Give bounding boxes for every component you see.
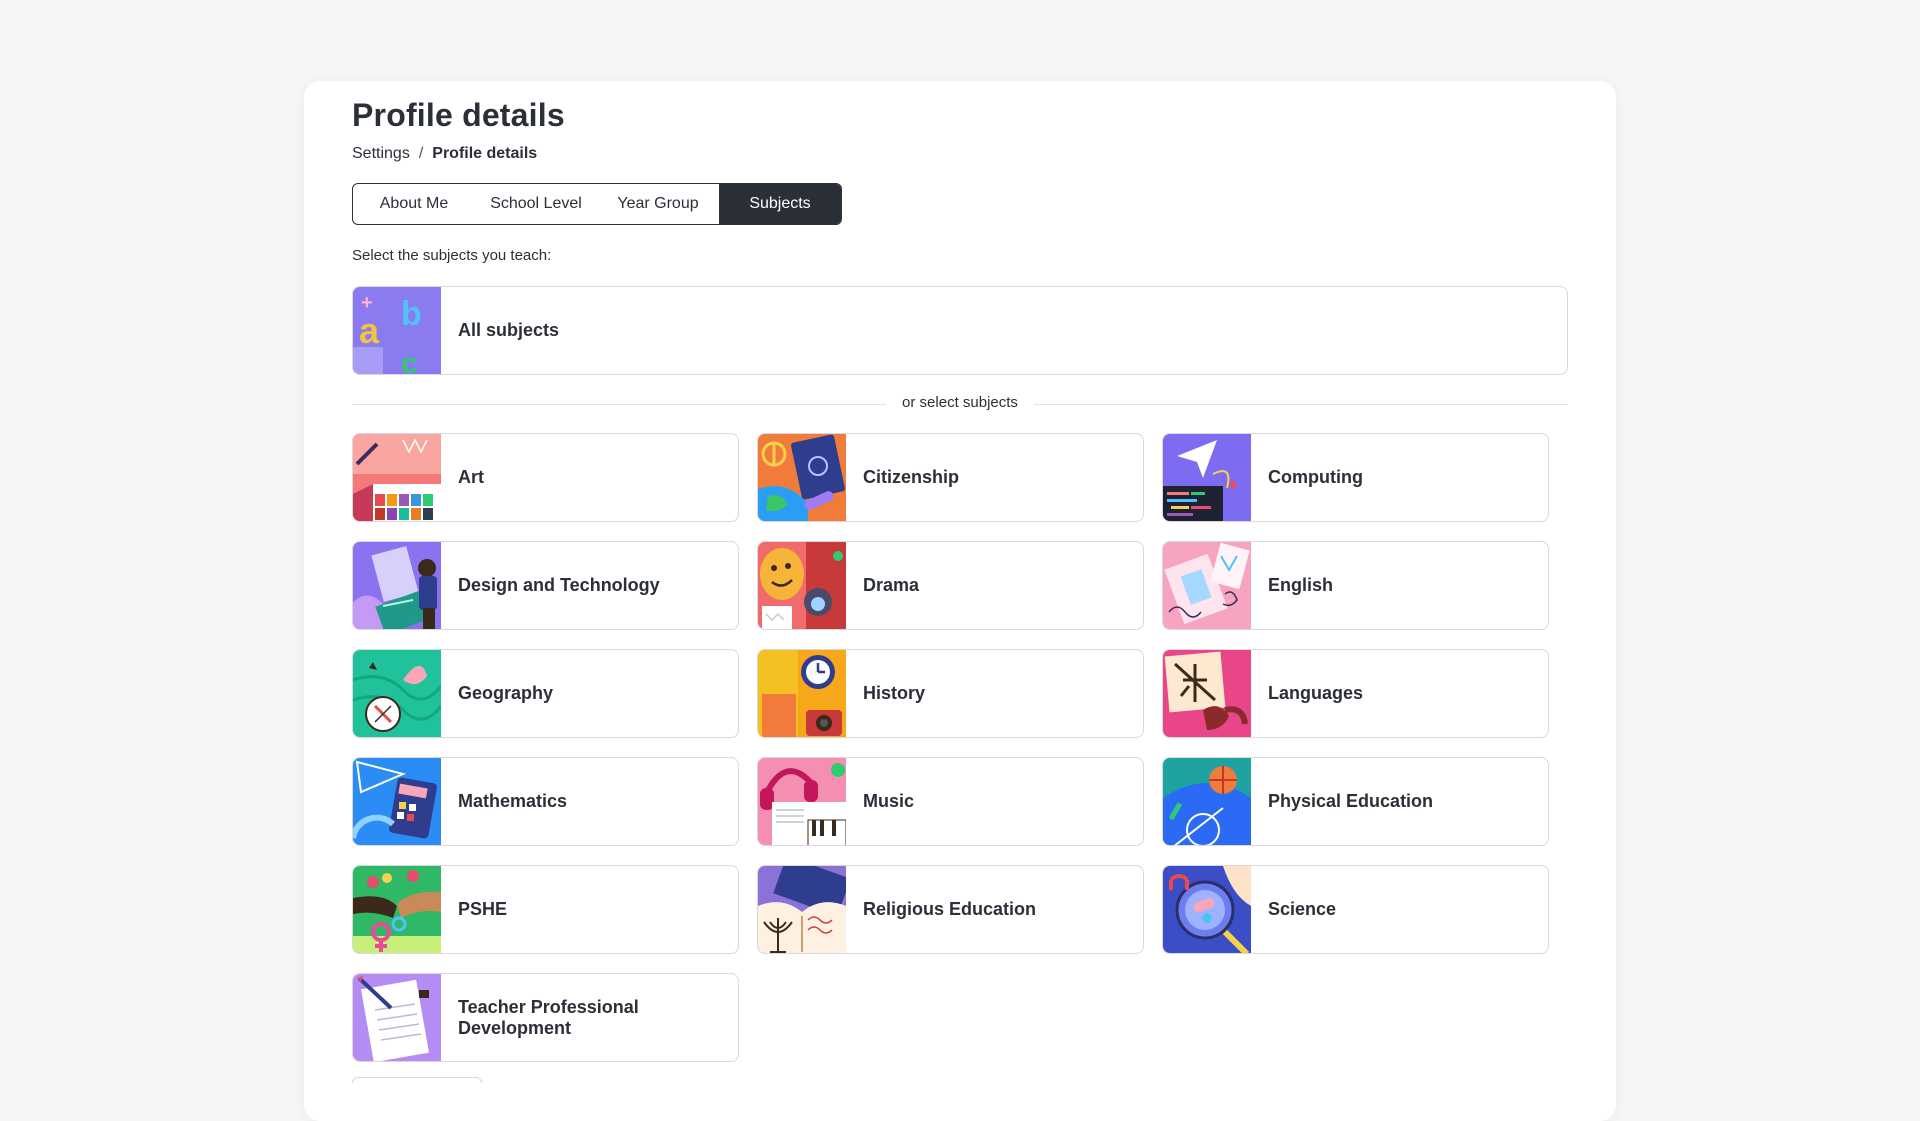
subject-mathematics-label: Mathematics	[458, 791, 568, 811]
tab-year-group[interactable]: Year Group	[597, 184, 719, 224]
svg-text:c: c	[401, 347, 418, 374]
subject-design-and-technology[interactable]: Design and Technology	[352, 541, 739, 630]
tab-about-me[interactable]: About Me	[353, 184, 475, 224]
page-title: Profile details	[352, 97, 565, 133]
subjects-instructions: Select the subjects you teach:	[352, 247, 552, 264]
breadcrumb: Settings / Profile details	[352, 145, 537, 163]
subject-languages[interactable]: Languages	[1162, 649, 1549, 738]
languages-characters-icon	[1163, 650, 1251, 737]
pshe-hands-icon	[353, 866, 441, 953]
subject-pshe[interactable]: PSHE	[352, 865, 739, 954]
subject-drama-label: Drama	[863, 575, 920, 595]
svg-text:b: b	[401, 295, 422, 333]
next-section-edge	[352, 1077, 482, 1083]
subject-science-label: Science	[1268, 899, 1337, 919]
subject-music-label: Music	[863, 791, 915, 811]
breadcrumb-separator: /	[418, 145, 424, 162]
subject-physical-education[interactable]: Physical Education	[1162, 757, 1549, 846]
subject-drama[interactable]: Drama	[757, 541, 1144, 630]
subject-art-label: Art	[458, 467, 484, 487]
drama-masks-icon	[758, 542, 846, 629]
science-magnifier-icon	[1163, 866, 1251, 953]
subject-english-label: English	[1268, 575, 1334, 595]
subject-religious-education[interactable]: Religious Education	[757, 865, 1144, 954]
subject-teacher-professional-development-label: Teacher Professional Development	[458, 996, 639, 1038]
history-clock-icon	[758, 650, 846, 737]
english-book-icon	[1163, 542, 1251, 629]
subject-religious-education-label: Religious Education	[863, 899, 1037, 919]
subject-citizenship[interactable]: Citizenship	[757, 433, 1144, 522]
profile-tabs: About Me School Level Year Group Subject…	[352, 183, 842, 225]
art-palette-icon	[353, 434, 441, 521]
subject-mathematics[interactable]: Mathematics	[352, 757, 739, 846]
subject-computing[interactable]: Computing	[1162, 433, 1549, 522]
subject-art[interactable]: Art	[352, 433, 739, 522]
tab-school-level[interactable]: School Level	[475, 184, 597, 224]
svg-text:+: +	[361, 292, 373, 314]
divider-label: or select subjects	[886, 394, 1034, 411]
physical-education-ball-icon	[1163, 758, 1251, 845]
subject-citizenship-label: Citizenship	[863, 467, 960, 487]
subject-languages-label: Languages	[1268, 683, 1364, 703]
tab-subjects[interactable]: Subjects	[719, 184, 841, 224]
profile-card: Profile details Settings / Profile detai…	[304, 81, 1616, 1121]
teacher-development-notepad-icon	[353, 974, 441, 1061]
citizenship-passport-icon	[758, 434, 846, 521]
subject-music[interactable]: Music	[757, 757, 1144, 846]
mathematics-calculator-icon	[353, 758, 441, 845]
subject-geography-label: Geography	[458, 683, 554, 703]
subject-history[interactable]: History	[757, 649, 1144, 738]
subject-pshe-label: PSHE	[458, 899, 508, 919]
subject-design-and-technology-label: Design and Technology	[458, 575, 660, 595]
breadcrumb-settings-link[interactable]: Settings	[352, 145, 410, 163]
all-subjects-option[interactable]: a b c + All subjects	[352, 286, 1568, 375]
music-headphones-icon	[758, 758, 846, 845]
geography-compass-icon	[353, 650, 441, 737]
alphabet-letters-icon: a b c +	[353, 287, 441, 374]
subject-physical-education-label: Physical Education	[1268, 791, 1434, 811]
subject-computing-label: Computing	[1268, 467, 1363, 487]
subject-science[interactable]: Science	[1162, 865, 1549, 954]
computing-code-icon	[1163, 434, 1251, 521]
breadcrumb-current: Profile details	[432, 145, 538, 162]
svg-text:a: a	[359, 310, 380, 351]
subject-geography[interactable]: Geography	[352, 649, 739, 738]
all-subjects-label: All subjects	[458, 320, 560, 340]
design-technology-icon	[353, 542, 441, 629]
subject-english[interactable]: English	[1162, 541, 1549, 630]
subject-teacher-professional-development[interactable]: Teacher Professional Development	[352, 973, 739, 1062]
subject-history-label: History	[863, 683, 926, 703]
divider: or select subjects	[352, 394, 1568, 412]
religious-education-menorah-icon	[758, 866, 846, 953]
